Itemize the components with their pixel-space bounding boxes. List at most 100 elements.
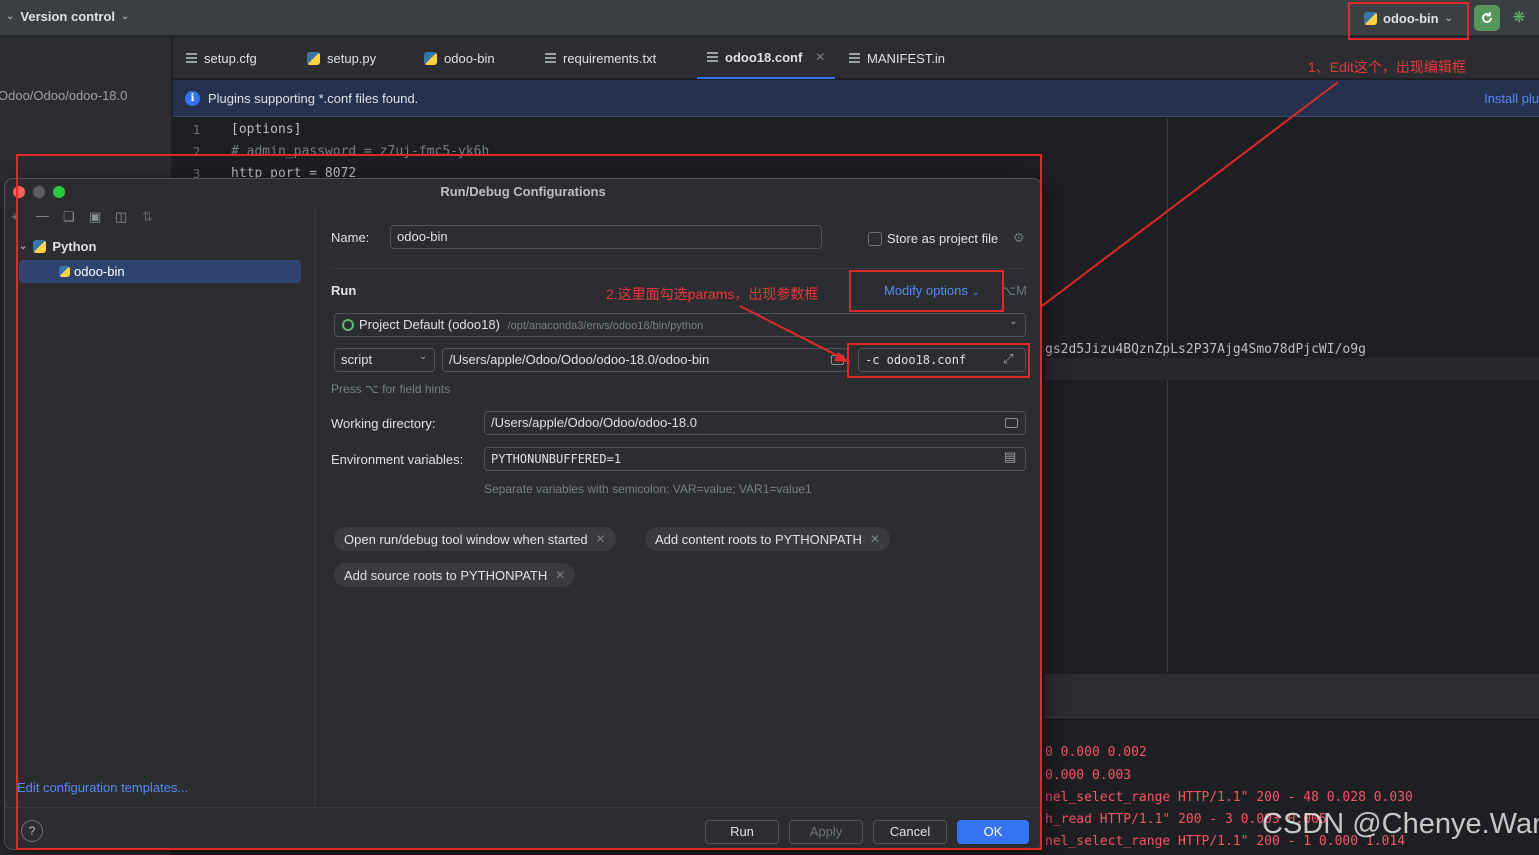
new-folder-icon[interactable]: ◫	[115, 209, 127, 225]
run-button[interactable]	[1474, 5, 1500, 31]
version-control-menu[interactable]: ⌄ Version control ⌄	[6, 9, 129, 24]
tab-manifest-in[interactable]: MANIFEST.in	[849, 37, 945, 79]
ok-button[interactable]: OK	[957, 820, 1029, 844]
chip-label: Add content roots to PYTHONPATH	[655, 531, 862, 547]
edit-list-icon[interactable]: ▤	[1004, 449, 1016, 465]
console-line: 0 0.000 0.002	[1045, 745, 1147, 760]
script-path-input[interactable]: /Users/apple/Odoo/Odoo/odoo-18.0/odoo-bi…	[442, 348, 849, 372]
interpreter-select[interactable]: Project Default (odoo18) /opt/anaconda3/…	[334, 313, 1026, 337]
sort-icon[interactable]: ⇅	[142, 209, 153, 225]
python-file-icon	[307, 51, 320, 65]
close-icon[interactable]: ✕	[870, 532, 880, 546]
version-control-label: Version control	[20, 9, 116, 24]
working-directory-input[interactable]: /Users/apple/Odoo/Odoo/odoo-18.0	[484, 411, 1026, 435]
run-dialog-button[interactable]: Run	[705, 820, 779, 844]
modify-options-shortcut: ⌥M	[1001, 283, 1027, 298]
close-icon[interactable]: ✕	[596, 532, 606, 546]
annotation-note-1: 1、Edit这个，出现编辑框	[1308, 59, 1466, 75]
chevron-down-icon: ⌄	[971, 287, 980, 298]
line-number: 1	[193, 123, 201, 137]
apply-button[interactable]: Apply	[789, 820, 863, 844]
store-as-project-file-checkbox[interactable]	[868, 232, 882, 246]
python-icon	[59, 266, 70, 277]
run-debug-configurations-dialog: Run/Debug Configurations + — ❏ ▣ ◫ ⇅ ⌄ P…	[4, 178, 1042, 850]
text-file-icon	[707, 52, 718, 62]
chip-label: Add source roots to PYTHONPATH	[344, 567, 548, 583]
tree-group-python[interactable]: ⌄ Python	[19, 239, 96, 254]
script-parameters-input[interactable]: -c odoo18.conf	[858, 348, 1026, 372]
run-configuration-selector[interactable]: odoo-bin ⌄	[1356, 5, 1461, 31]
current-line-highlight	[1045, 358, 1539, 380]
tab-odoo-bin[interactable]: odoo-bin	[424, 37, 495, 79]
modify-options-label: Modify options	[884, 283, 968, 298]
store-as-project-file-label: Store as project file	[887, 231, 999, 246]
interpreter-path: /opt/anaconda3/envs/odoo18/bin/python	[507, 320, 704, 332]
remove-icon[interactable]: —	[36, 208, 49, 223]
name-label: Name:	[331, 230, 370, 245]
tree-item-label: odoo-bin	[74, 264, 125, 279]
tab-odoo18-conf[interactable]: odoo18.conf ✕	[697, 37, 836, 79]
debug-icon[interactable]: ❋	[1508, 8, 1530, 30]
code-line: [options]	[231, 122, 302, 137]
python-file-icon	[424, 51, 437, 65]
dialog-title: Run/Debug Configurations	[440, 184, 606, 199]
tab-label: setup.cfg	[204, 50, 257, 66]
tab-setup-py[interactable]: setup.py	[307, 37, 376, 79]
python-icon	[33, 240, 47, 253]
plugins-banner: i Plugins supporting *.conf files found.…	[173, 80, 1539, 117]
code-line-fragment: gs2d5Jizu4BQznZpLs2P37Ajg4Smo78dPjcWI/o9…	[1045, 342, 1366, 357]
text-file-icon	[545, 53, 556, 63]
expand-icon[interactable]: ⤢	[1003, 351, 1013, 367]
close-icon[interactable]: ✕	[815, 50, 825, 64]
environment-variables-input[interactable]: PYTHONUNBUFFERED=1	[484, 447, 1026, 471]
option-chip-content-roots[interactable]: Add content roots to PYTHONPATH ✕	[645, 527, 890, 551]
name-input[interactable]: odoo-bin	[390, 225, 822, 249]
gear-icon[interactable]: ⚙	[1013, 230, 1025, 246]
rerun-icon	[1482, 12, 1492, 23]
code-line: # admin_password = z7uj-fmc5-yk6h	[231, 144, 490, 159]
close-icon[interactable]: ✕	[555, 568, 565, 582]
chip-label: Open run/debug tool window when started	[344, 531, 588, 547]
option-chip-source-roots[interactable]: Add source roots to PYTHONPATH ✕	[334, 563, 576, 587]
tree-group-label: Python	[52, 239, 97, 254]
dialog-button-bar: ? Run Apply Cancel OK	[5, 807, 1041, 849]
option-chip-open-tool-window[interactable]: Open run/debug tool window when started …	[334, 527, 616, 551]
tree-item-odoo-bin[interactable]: odoo-bin	[19, 260, 301, 283]
python-icon	[1364, 11, 1377, 25]
banner-text: Plugins supporting *.conf files found.	[208, 91, 419, 106]
save-icon[interactable]: ▣	[89, 209, 101, 225]
console-line: 0.000 0.003	[1045, 768, 1132, 783]
help-button[interactable]: ?	[21, 820, 43, 842]
cancel-button[interactable]: Cancel	[873, 820, 947, 844]
divider	[331, 268, 1026, 269]
watermark: CSDN @Chenye.Wan	[1262, 808, 1539, 840]
tab-label: odoo18.conf	[725, 49, 803, 65]
chevron-down-icon: ⌄	[419, 351, 428, 362]
copy-icon[interactable]: ❏	[63, 209, 75, 225]
tab-label: odoo-bin	[444, 50, 495, 66]
edit-configuration-templates-link[interactable]: Edit configuration templates...	[17, 780, 188, 795]
annotation-note-2: 2.这里面勾选params，出现参数框	[606, 286, 819, 302]
run-section-label: Run	[331, 283, 357, 298]
chevron-down-icon: ⌄	[6, 11, 15, 22]
install-plugins-link[interactable]: Install plu	[1484, 91, 1539, 106]
folder-icon[interactable]	[831, 355, 844, 365]
environment-variables-label: Environment variables:	[331, 452, 464, 467]
add-icon[interactable]: +	[11, 209, 19, 224]
folder-icon[interactable]	[1005, 418, 1018, 428]
modify-options-link[interactable]: Modify options ⌄	[884, 283, 980, 298]
tab-setup-cfg[interactable]: setup.cfg	[186, 37, 257, 79]
line-number: 2	[193, 145, 201, 159]
console-line: nel_select_range HTTP/1.1" 200 - 48 0.02…	[1045, 790, 1413, 805]
configuration-tree-pane: + — ❏ ▣ ◫ ⇅ ⌄ Python odoo-bin Edit confi…	[5, 205, 315, 807]
tab-requirements-txt[interactable]: requirements.txt	[545, 37, 656, 79]
working-directory-label: Working directory:	[331, 416, 436, 431]
right-margin-guide	[1167, 118, 1168, 673]
interpreter-name: Project Default (odoo18)	[359, 317, 500, 332]
tab-label: MANIFEST.in	[867, 50, 946, 66]
tool-window-header	[1045, 673, 1539, 717]
chevron-down-icon: ⌄	[19, 241, 28, 252]
project-path: Odoo/Odoo/odoo-18.0	[0, 88, 128, 103]
tab-label: setup.py	[327, 50, 377, 66]
main-toolbar: ⌄ Version control ⌄ odoo-bin ⌄ ❋	[0, 0, 1539, 36]
